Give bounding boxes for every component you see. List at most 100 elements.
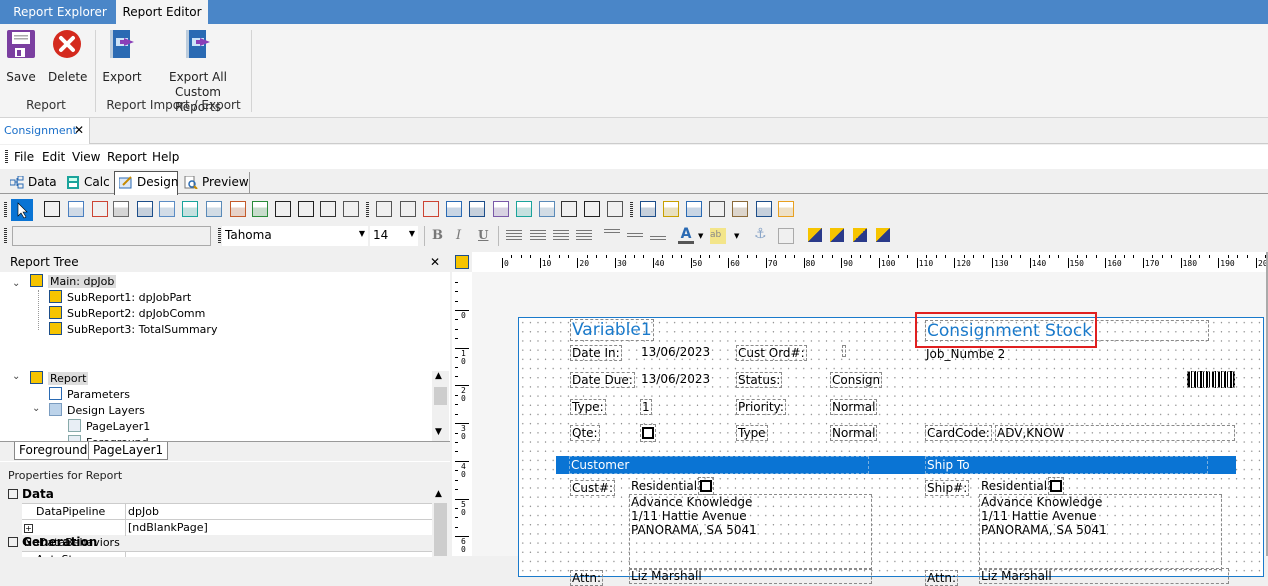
property-value[interactable]: dpJob (128, 504, 159, 519)
align-left-icon[interactable] (506, 230, 522, 242)
line-icon[interactable] (298, 201, 314, 217)
expand-icon[interactable]: + (24, 524, 33, 533)
date-due-label[interactable]: Date Due: (570, 372, 635, 388)
bold-icon[interactable]: B (432, 228, 448, 244)
grip-handle[interactable] (366, 202, 369, 218)
cust-attn-value[interactable]: Liz Marshall (629, 568, 872, 584)
ship-attn-label[interactable]: Attn: (925, 570, 959, 586)
tree-scrollbar[interactable]: ▲ ▼ (432, 371, 449, 441)
barcode[interactable] (1187, 371, 1235, 388)
grip-handle[interactable] (630, 202, 633, 218)
dbimage-icon[interactable] (539, 201, 555, 217)
ship-num-label[interactable]: Ship#: (925, 480, 970, 496)
customer-band[interactable]: Customer (556, 456, 922, 474)
tab-foreground[interactable]: Foreground (14, 442, 93, 460)
checkbox-comp-icon[interactable] (275, 201, 291, 217)
grip-handle[interactable] (4, 202, 7, 218)
db2dbarcode-icon[interactable] (607, 201, 623, 217)
qte-checkbox[interactable] (640, 424, 656, 442)
barcode-icon[interactable] (320, 201, 336, 217)
cust-attn-label[interactable]: Attn: (570, 570, 604, 586)
status-label[interactable]: Status: (736, 372, 783, 388)
tree-node-parameters[interactable]: Parameters (49, 387, 130, 403)
cust-ord-label[interactable]: Cust Ord#: (736, 345, 807, 361)
save-button[interactable]: Save (4, 28, 38, 85)
date-due-value[interactable]: 13/06/2023 (640, 372, 711, 386)
scroll-up-icon[interactable]: ▲ (435, 371, 442, 381)
image-icon[interactable] (206, 201, 222, 217)
dbchart-icon[interactable] (493, 201, 509, 217)
type2-value[interactable]: Normal (830, 425, 878, 441)
systemvar-icon[interactable] (137, 201, 153, 217)
send-to-back-icon[interactable] (830, 228, 844, 242)
highlight-color-icon[interactable]: ab (710, 228, 726, 244)
type-label[interactable]: Type: (570, 399, 606, 415)
cust-ord-value[interactable] (842, 345, 846, 357)
status-value[interactable]: Consign (830, 372, 883, 388)
category-generation[interactable]: Generation (8, 535, 97, 549)
menu-edit[interactable]: Edit (42, 150, 65, 164)
type2-label[interactable]: Type (736, 425, 768, 441)
category-data[interactable]: Data (8, 487, 54, 501)
menu-report[interactable]: Report (107, 150, 147, 164)
property-row[interactable]: +NoDataBehaviors [ndBlankPage] (22, 519, 432, 549)
delete-button[interactable]: Delete (48, 28, 87, 85)
align-center-icon[interactable] (530, 230, 546, 242)
calc-icon[interactable] (182, 201, 198, 217)
collapse-caret-icon[interactable]: ⌄ (32, 403, 40, 414)
cust-residential-label[interactable]: Residential? (630, 479, 704, 493)
subreport-icon[interactable] (663, 201, 679, 217)
font-color-icon[interactable]: A (678, 226, 694, 244)
align-top-icon[interactable] (604, 229, 620, 235)
grip-handle[interactable] (4, 228, 7, 244)
property-row[interactable]: AutoStop (22, 551, 432, 557)
tree-node-pagelayer1[interactable]: PageLayer1 (68, 419, 150, 435)
date-in-value[interactable]: 13/06/2023 (640, 345, 711, 359)
richtext-icon[interactable] (92, 201, 108, 217)
tree-node-design-layers[interactable]: Design Layers (49, 403, 145, 419)
bring-forward-icon[interactable] (853, 228, 867, 242)
date-in-label[interactable]: Date In: (570, 345, 622, 361)
dblabel-icon[interactable] (376, 201, 392, 217)
ship-residential-checkbox[interactable] (1048, 477, 1064, 495)
tab-calc[interactable]: Calc (62, 172, 112, 194)
font-name-select[interactable]: Tahoma ▼ (222, 226, 368, 246)
2d-barcode-icon[interactable] (343, 201, 359, 217)
property-value[interactable]: [ndBlankPage] (128, 520, 208, 535)
scrollbar-thumb[interactable] (434, 387, 447, 405)
table-icon[interactable] (756, 201, 772, 217)
bring-to-front-icon[interactable] (808, 228, 822, 242)
tab-report-editor[interactable]: Report Editor (116, 0, 208, 24)
cust-address-memo[interactable]: Advance Knowledge 1/11 Hattie Avenue PAN… (629, 494, 872, 570)
dbrichtext-icon[interactable] (423, 201, 439, 217)
collapse-caret-icon[interactable]: ⌄ (12, 278, 20, 289)
tree-node-subreport3[interactable]: SubReport3: TotalSummary (49, 322, 217, 338)
priority-label[interactable]: Priority: (736, 399, 786, 415)
tree-node-main[interactable]: Main: dpJob (30, 274, 117, 290)
variable-icon[interactable] (159, 201, 175, 217)
underline-icon[interactable]: U (478, 228, 494, 244)
menu-file[interactable]: File (14, 150, 34, 164)
dbbarcode-icon[interactable] (561, 201, 577, 217)
ship-attn-value[interactable]: Liz Marshall (979, 568, 1229, 584)
align-middle-icon[interactable] (627, 233, 643, 239)
dbmemo-icon[interactable] (469, 201, 485, 217)
variable-field[interactable]: Variable1 (570, 319, 654, 341)
align-bottom-icon[interactable] (650, 236, 666, 242)
grip-handle[interactable] (5, 150, 8, 164)
dbsearch-icon[interactable] (446, 201, 462, 217)
dbcalc2-icon[interactable] (516, 201, 532, 217)
ship-address-memo[interactable]: Advance Knowledge 1/11 Hattie Avenue PAN… (979, 494, 1222, 570)
scrollbar-thumb[interactable] (434, 503, 447, 556)
chart-icon[interactable] (230, 201, 246, 217)
property-row[interactable]: DataPipeline dpJob (22, 503, 432, 520)
report-icon[interactable] (455, 255, 469, 269)
cardcode-value[interactable]: ADV,KNOW (995, 425, 1235, 441)
crosstab-icon[interactable] (686, 201, 702, 217)
tab-preview[interactable]: Preview (180, 172, 250, 194)
component-name-field[interactable] (12, 226, 211, 246)
properties-scrollbar[interactable]: ▲ (432, 487, 449, 556)
type-value[interactable]: 1 (640, 399, 652, 415)
anchor-icon[interactable]: ⚓ (754, 226, 770, 242)
dbcalc-icon[interactable] (113, 201, 129, 217)
